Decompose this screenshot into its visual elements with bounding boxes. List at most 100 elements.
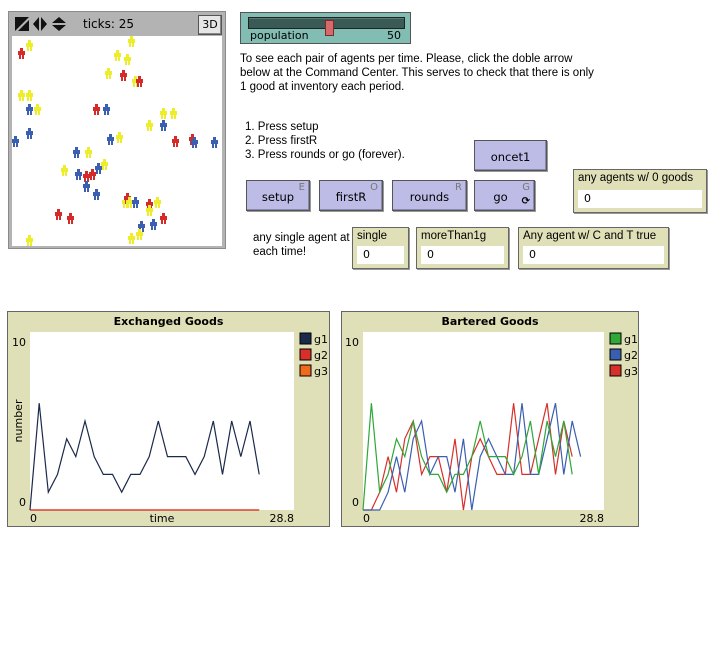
horizontal-arrows-icon[interactable] [33, 17, 47, 31]
agent-yellow [105, 67, 113, 79]
y-tick-label: 0 [352, 496, 359, 509]
agent-blue [103, 103, 111, 115]
legend-swatch-g1 [609, 332, 622, 345]
agent-yellow [170, 107, 178, 119]
monitor-value: 0 [523, 246, 664, 264]
legend-label-g2: g2 [314, 349, 328, 362]
slider-track[interactable] [248, 17, 405, 36]
agent-blue [131, 197, 139, 209]
agent-yellow [26, 89, 34, 101]
population-slider[interactable]: population 50 [240, 12, 411, 44]
agent-yellow [160, 107, 168, 119]
monitor-label: moreThan1g [421, 230, 487, 242]
x-tick-label: 28.8 [270, 512, 295, 525]
agent-red [66, 213, 74, 225]
world-canvas[interactable] [12, 36, 222, 246]
slider-label: population [250, 29, 309, 42]
agent-red [160, 213, 168, 225]
monitor-label: single [357, 230, 388, 242]
agent-yellow [145, 119, 153, 131]
setup-button[interactable]: E setup [246, 180, 310, 211]
agent-blue [210, 137, 218, 149]
agent-yellow [145, 205, 153, 217]
monitor-more-than-1g: moreThan1g 0 [416, 227, 509, 269]
x-tick-label: 0 [363, 512, 370, 525]
edit-icon[interactable] [15, 17, 29, 31]
x-axis-label: time [150, 512, 175, 525]
agent-yellow [34, 103, 42, 115]
monitor-label: Any agent w/ C and T true [523, 230, 657, 242]
x-tick-label: 0 [30, 512, 37, 525]
rounds-label: rounds [409, 190, 450, 204]
vertical-arrows-icon[interactable] [52, 17, 66, 31]
legend-swatch-g2 [609, 348, 622, 361]
legend-label-g1: g1 [624, 333, 638, 346]
agent-blue [12, 135, 19, 147]
agent-blue [160, 119, 168, 131]
go-label: go [493, 190, 508, 204]
monitor-zero-goods: any agents w/ 0 goods 0 [573, 169, 707, 213]
firstR-label: firstR [335, 190, 367, 204]
monitor-value: 0 [578, 190, 702, 208]
agent-blue [93, 189, 101, 201]
agent-blue [72, 147, 80, 159]
step-2: 2. Press firstR [245, 135, 318, 147]
agent-yellow [101, 159, 109, 171]
agent-yellow [154, 197, 162, 209]
legend-swatch-g3 [299, 364, 312, 377]
step-1: 1. Press setup [245, 121, 319, 133]
legend-label-g3: g3 [624, 365, 638, 378]
agent-blue [26, 127, 34, 139]
slider-knob[interactable] [324, 20, 334, 36]
agent-yellow [113, 49, 121, 61]
3d-view-button[interactable]: 3D [198, 15, 222, 35]
agent-yellow [127, 36, 135, 47]
x-tick-label: 28.8 [580, 512, 605, 525]
setup-label: setup [261, 190, 295, 204]
legend-label-g1: g1 [314, 333, 328, 346]
view-toolbar: ticks: 25 3D [9, 12, 225, 36]
agent-yellow [60, 165, 68, 177]
agent-yellow [26, 39, 34, 51]
world-view: ticks: 25 3D [8, 11, 226, 249]
legend-swatch-g3 [609, 364, 622, 377]
y-tick-label: 0 [19, 496, 26, 509]
agent-blue [107, 133, 115, 145]
y-axis-label: number [12, 399, 25, 442]
agent-blue [26, 103, 34, 115]
forever-icon: ⟳ [521, 196, 530, 207]
plot-svg: 10 00 28.8 g1 g2 g3 [345, 332, 638, 525]
agent-yellow [85, 147, 93, 159]
instructions-note: To see each pair of agents per time. Ple… [240, 53, 594, 93]
y-tick-label: 10 [345, 336, 359, 349]
agent-red [119, 69, 127, 81]
agent-yellow [135, 229, 143, 241]
go-button[interactable]: G go ⟳ [474, 180, 535, 211]
firstR-button[interactable]: O firstR [319, 180, 383, 211]
agent-red [172, 135, 180, 147]
agent-blue [150, 219, 158, 231]
plot-svg: 10 00 28.8 time number g1 g2 g3 [12, 332, 328, 525]
monitor-label: any agents w/ 0 goods [578, 172, 694, 184]
step-3: 3. Press rounds or go (forever). [245, 149, 405, 161]
agent-yellow [18, 89, 26, 101]
legend-label-g3: g3 [314, 365, 328, 378]
agent-blue [190, 137, 198, 149]
oncet1-label: oncet1 [490, 150, 531, 164]
agent-yellow [127, 233, 135, 244]
agent-yellow [26, 235, 34, 246]
rounds-button[interactable]: R rounds [392, 180, 467, 211]
agent-blue [74, 169, 82, 181]
plot-area [30, 332, 294, 510]
oncet1-button[interactable]: oncet1 [474, 140, 547, 171]
agent-red [89, 169, 97, 181]
agent-blue [95, 163, 103, 175]
slider-value: 50 [387, 29, 401, 42]
agent-red [54, 209, 62, 221]
ticks-counter: ticks: 25 [83, 17, 134, 31]
plot-bartered-goods: Bartered Goods 10 0 0 28.8 g1 g2 g3 [341, 311, 639, 527]
single-agent-note: any single agent at each time! [253, 232, 350, 258]
legend-label-g2: g2 [624, 349, 638, 362]
agent-yellow [115, 131, 123, 143]
agent-red [93, 103, 101, 115]
